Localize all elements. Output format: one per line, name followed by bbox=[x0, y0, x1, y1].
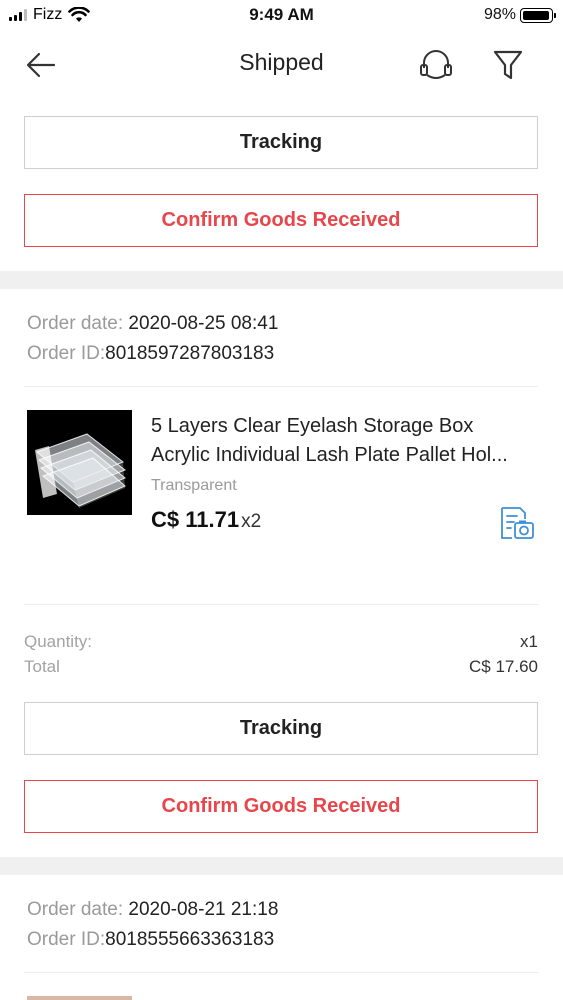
headset-icon[interactable] bbox=[418, 48, 454, 82]
divider bbox=[24, 604, 538, 605]
confirm-goods-received-button[interactable]: Confirm Goods Received bbox=[24, 780, 538, 833]
order-date: 2020-08-21 21:18 bbox=[128, 899, 279, 920]
total-label: Total bbox=[24, 657, 60, 676]
total-value: C$ 17.60 bbox=[469, 657, 538, 676]
battery-percent: 98% bbox=[483, 6, 516, 23]
order-date-label: Order date: bbox=[27, 313, 129, 334]
product-price-line: C$ 11.71 x2 bbox=[151, 507, 261, 533]
product-image[interactable] bbox=[27, 996, 132, 1000]
order-date-line: Order date: 2020-08-21 21:18 bbox=[27, 895, 278, 925]
status-time: 9:49 AM bbox=[249, 5, 314, 24]
quantity-row: Quantity: x1 bbox=[24, 630, 538, 654]
order-id-line: Order ID:8018597287803183 bbox=[27, 339, 278, 369]
order-meta: Order date: 2020-08-21 21:18 Order ID:80… bbox=[27, 895, 278, 955]
divider bbox=[24, 386, 538, 387]
divider bbox=[24, 972, 538, 973]
page-title: Shipped bbox=[239, 49, 324, 75]
battery-fill bbox=[523, 10, 550, 20]
product-image[interactable] bbox=[27, 410, 132, 515]
tracking-button[interactable]: Tracking bbox=[24, 702, 538, 755]
status-bar: Fizz 9:49 AM 98% bbox=[0, 0, 563, 32]
order-id[interactable]: 8018597287803183 bbox=[105, 343, 274, 364]
status-right: 98% bbox=[483, 6, 556, 24]
product-quantity-multiplier: x2 bbox=[241, 511, 262, 532]
nav-bar: Shipped bbox=[0, 32, 563, 96]
order-meta: Order date: 2020-08-25 08:41 Order ID:80… bbox=[27, 309, 278, 369]
product-variant: Transparent bbox=[151, 477, 237, 494]
photo-review-icon[interactable] bbox=[498, 505, 536, 541]
filter-icon[interactable] bbox=[490, 47, 526, 83]
tracking-button[interactable]: Tracking bbox=[24, 116, 538, 169]
order-date: 2020-08-25 08:41 bbox=[128, 313, 279, 334]
order-id-line: Order ID:8018555663363183 bbox=[27, 925, 278, 955]
product-title-line-2: Acrylic Individual Lash Plate Pallet Hol… bbox=[151, 444, 508, 466]
product-price: C$ 11.71 bbox=[151, 507, 240, 532]
order-id-label: Order ID: bbox=[27, 343, 106, 364]
order-separator bbox=[0, 271, 563, 289]
total-row: Total C$ 17.60 bbox=[24, 655, 538, 679]
order-id-label: Order ID: bbox=[27, 929, 106, 950]
product-title[interactable]: 5 Layers Clear Eyelash Storage Box Acryl… bbox=[151, 412, 541, 470]
eyelash-box-image bbox=[27, 410, 132, 515]
quantity-value: x1 bbox=[520, 632, 538, 651]
order-date-line: Order date: 2020-08-25 08:41 bbox=[27, 309, 278, 339]
order-id[interactable]: 8018555663363183 bbox=[105, 929, 274, 950]
order-date-label: Order date: bbox=[27, 899, 129, 920]
quantity-label: Quantity: bbox=[24, 632, 93, 651]
order-separator bbox=[0, 857, 563, 875]
confirm-goods-received-button[interactable]: Confirm Goods Received bbox=[24, 194, 538, 247]
product-title-line-1: 5 Layers Clear Eyelash Storage Box bbox=[151, 415, 474, 437]
battery-icon bbox=[520, 7, 556, 23]
